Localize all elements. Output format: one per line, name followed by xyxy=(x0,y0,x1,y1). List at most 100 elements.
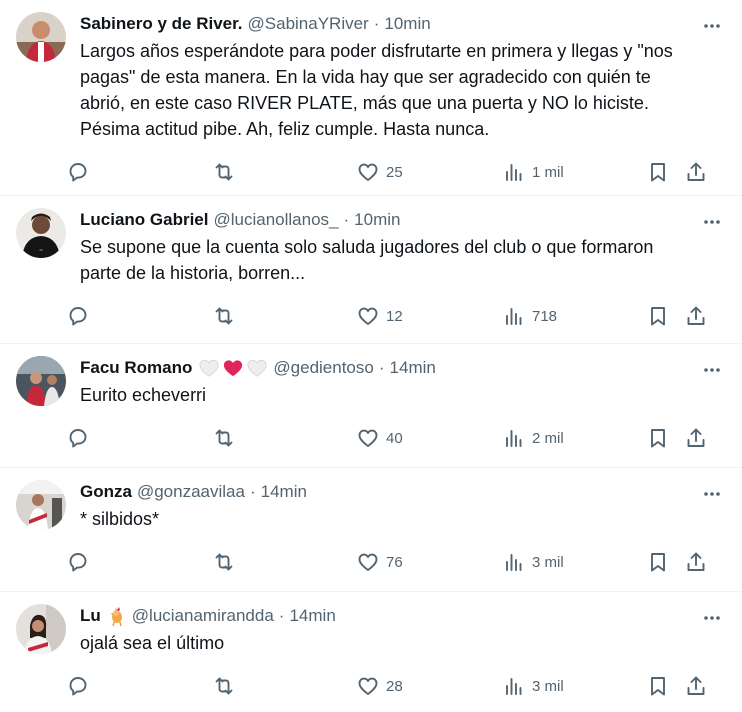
views-button[interactable]: 2 mil xyxy=(502,426,564,450)
avatar[interactable] xyxy=(16,12,66,62)
like-count: 25 xyxy=(386,163,403,181)
tweet[interactable]: Sabinero y de River. @SabinaYRiver · 10m… xyxy=(0,0,742,196)
more-options-button[interactable] xyxy=(700,358,724,382)
retweet-icon xyxy=(215,429,233,447)
more-icon xyxy=(704,368,720,372)
bookmark-button[interactable] xyxy=(646,304,670,328)
tweet-header: Gonza @gonzaavilaa · 14min xyxy=(80,480,726,504)
like-button[interactable]: 25 xyxy=(356,160,403,184)
share-button[interactable] xyxy=(684,550,708,574)
tweet[interactable]: ~ Luciano Gabriel @lucianollanos_ · 10mi… xyxy=(0,196,742,344)
user-handle[interactable]: @gedientoso xyxy=(273,356,373,380)
display-name[interactable]: Luciano Gabriel xyxy=(80,208,208,232)
retweet-button[interactable] xyxy=(212,426,236,450)
views-count: 2 mil xyxy=(532,429,564,447)
bookmark-icon xyxy=(651,307,665,326)
more-options-button[interactable] xyxy=(700,14,724,38)
views-icon xyxy=(506,308,522,325)
separator-dot: · xyxy=(249,482,256,501)
red-heart-icon xyxy=(224,360,243,377)
share-button[interactable] xyxy=(684,674,708,698)
avatar[interactable]: ~ xyxy=(16,208,66,258)
timestamp[interactable]: 14min xyxy=(261,480,307,504)
more-options-button[interactable] xyxy=(700,210,724,234)
reply-icon xyxy=(69,677,87,696)
retweet-button[interactable] xyxy=(212,304,236,328)
bookmark-button[interactable] xyxy=(646,160,670,184)
views-icon xyxy=(506,554,522,571)
views-button[interactable]: 718 xyxy=(502,304,557,328)
bookmark-icon xyxy=(651,163,665,182)
reply-icon xyxy=(69,553,87,572)
user-handle[interactable]: @SabinaYRiver xyxy=(248,12,369,36)
share-icon xyxy=(687,162,705,181)
heart-icon xyxy=(358,163,378,181)
views-count: 718 xyxy=(532,307,558,325)
reply-button[interactable] xyxy=(66,550,90,574)
retweet-icon xyxy=(215,677,233,695)
rooster-icon xyxy=(110,607,122,627)
views-button[interactable]: 1 mil xyxy=(502,160,564,184)
heart-icon xyxy=(358,553,378,571)
avatar[interactable] xyxy=(16,356,66,406)
retweet-button[interactable] xyxy=(212,160,236,184)
display-name[interactable]: Lu xyxy=(80,604,101,628)
views-button[interactable]: 3 mil xyxy=(502,674,564,698)
reply-button[interactable] xyxy=(66,160,90,184)
retweet-button[interactable] xyxy=(212,674,236,698)
action-bar: 28 3 mil xyxy=(66,674,726,712)
user-handle[interactable]: @lucianollanos_ xyxy=(213,208,338,232)
timestamp[interactable]: 14min xyxy=(289,604,335,628)
separator-dot: · xyxy=(343,210,350,229)
retweet-button[interactable] xyxy=(212,550,236,574)
white-heart-icon xyxy=(199,359,219,377)
timestamp[interactable]: 10min xyxy=(384,12,430,36)
display-name[interactable]: Gonza xyxy=(80,480,132,504)
bookmark-button[interactable] xyxy=(646,550,670,574)
like-button[interactable]: 76 xyxy=(356,550,403,574)
share-icon xyxy=(687,676,705,695)
separator-dot: · xyxy=(373,14,380,33)
bookmark-icon xyxy=(651,429,665,448)
tweet[interactable]: Lu @lucianamirandda · 14min ojalá sea el… xyxy=(0,592,742,712)
more-options-button[interactable] xyxy=(700,482,724,506)
retweet-icon xyxy=(215,553,233,571)
separator-dot: · xyxy=(378,358,385,377)
share-button[interactable] xyxy=(684,304,708,328)
tweet-text: Se supone que la cuenta solo saluda juga… xyxy=(80,237,654,283)
tweet[interactable]: Gonza @gonzaavilaa · 14min * silbidos* 7… xyxy=(0,468,742,592)
white-heart-icon xyxy=(247,359,267,377)
more-icon xyxy=(704,616,720,620)
views-button[interactable]: 3 mil xyxy=(502,550,564,574)
share-icon xyxy=(687,552,705,571)
like-button[interactable]: 40 xyxy=(356,426,403,450)
views-icon xyxy=(506,678,522,695)
like-button[interactable]: 28 xyxy=(356,674,403,698)
avatar[interactable] xyxy=(16,480,66,530)
user-handle[interactable]: @gonzaavilaa xyxy=(137,480,245,504)
bookmark-icon xyxy=(651,677,665,696)
share-button[interactable] xyxy=(684,160,708,184)
share-button[interactable] xyxy=(684,426,708,450)
reply-icon xyxy=(69,163,87,182)
tweet[interactable]: Facu Romano @gedientoso · 14min Eurito e… xyxy=(0,344,742,468)
bookmark-button[interactable] xyxy=(646,674,670,698)
views-icon xyxy=(506,430,522,447)
like-button[interactable]: 12 xyxy=(356,304,403,328)
more-icon xyxy=(704,24,720,28)
display-name[interactable]: Sabinero y de River. xyxy=(80,12,243,36)
reply-button[interactable] xyxy=(66,674,90,698)
bookmark-button[interactable] xyxy=(646,426,670,450)
more-options-button[interactable] xyxy=(700,606,724,630)
timestamp[interactable]: 14min xyxy=(390,356,436,380)
user-handle[interactable]: @lucianamirandda xyxy=(132,604,274,628)
avatar[interactable] xyxy=(16,604,66,654)
svg-text:~: ~ xyxy=(39,248,43,254)
reply-button[interactable] xyxy=(66,426,90,450)
timestamp[interactable]: 10min xyxy=(354,208,400,232)
heart-icon xyxy=(358,307,378,325)
reply-button[interactable] xyxy=(66,304,90,328)
name-emoji xyxy=(107,605,127,627)
action-bar: 76 3 mil xyxy=(66,550,726,596)
display-name[interactable]: Facu Romano xyxy=(80,356,192,380)
